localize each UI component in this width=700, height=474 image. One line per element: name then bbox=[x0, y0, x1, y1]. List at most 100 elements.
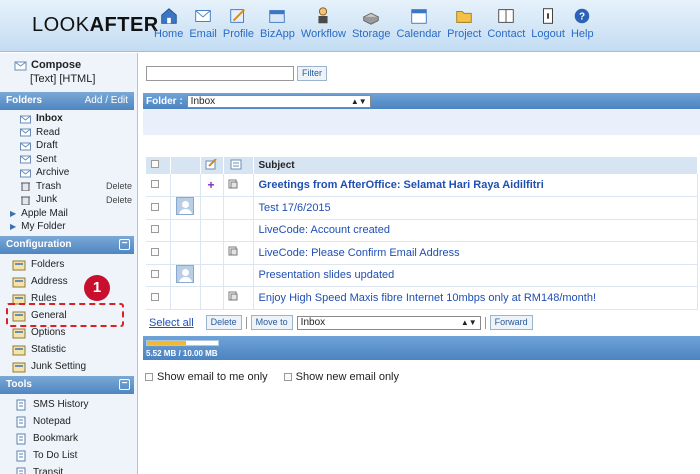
tool-item-bookmark[interactable]: Bookmark bbox=[0, 430, 134, 447]
row-checkbox-cell[interactable] bbox=[146, 264, 171, 287]
nav-logout[interactable]: Logout bbox=[531, 6, 565, 46]
select-all-link[interactable]: Select all bbox=[149, 317, 194, 329]
trash-icon bbox=[21, 182, 30, 192]
forward-button[interactable]: Forward bbox=[489, 315, 533, 330]
show-new-checkbox[interactable] bbox=[283, 373, 292, 381]
calendar-icon bbox=[411, 9, 427, 24]
avatar-header bbox=[170, 157, 201, 174]
row-checkbox[interactable] bbox=[151, 202, 159, 211]
tool-item-sms-history[interactable]: SMS History bbox=[0, 396, 134, 413]
folder-label: Sent bbox=[36, 153, 57, 165]
sidebar-item-draft[interactable]: Draft bbox=[0, 139, 134, 153]
row-checkbox[interactable] bbox=[151, 225, 159, 234]
subject-cell[interactable]: Test 17/6/2015 bbox=[253, 196, 698, 220]
collapse-configuration-icon[interactable]: − bbox=[119, 239, 130, 250]
delete-button[interactable]: Delete bbox=[205, 315, 242, 330]
nav-storage[interactable]: Storage bbox=[352, 6, 390, 46]
tool-item-notepad[interactable]: Notepad bbox=[0, 413, 134, 430]
address-icon bbox=[12, 277, 26, 287]
folders-icon bbox=[12, 260, 26, 270]
select-all-header[interactable] bbox=[146, 157, 171, 174]
row-checkbox[interactable] bbox=[151, 292, 159, 301]
delete-folder-link[interactable]: Delete bbox=[106, 181, 132, 191]
sidebar-item-junk[interactable]: Junk Delete bbox=[0, 193, 134, 207]
subject-cell[interactable]: LiveCode: Please Confirm Email Address bbox=[253, 241, 698, 265]
table-row[interactable]: LiveCode: Account created bbox=[146, 219, 698, 242]
sidebar-item-my-folder[interactable]: ▶ My Folder bbox=[0, 220, 134, 234]
brand-logo[interactable]: LOOKAFTER bbox=[32, 14, 159, 37]
row-checkbox[interactable] bbox=[151, 247, 159, 256]
config-item-folders[interactable]: Folders bbox=[0, 256, 134, 273]
nav-home[interactable]: Home bbox=[154, 6, 183, 46]
nav-calendar[interactable]: Calendar bbox=[396, 6, 441, 46]
flag-cell bbox=[200, 219, 224, 242]
message-subject[interactable]: LiveCode: Please Confirm Email Address bbox=[254, 247, 460, 259]
subject-cell[interactable]: Enjoy High Speed Maxis fibre Internet 10… bbox=[253, 286, 698, 310]
config-item-junk-setting[interactable]: Junk Setting bbox=[0, 358, 134, 375]
tool-label: Bookmark bbox=[33, 433, 79, 444]
statistic-icon bbox=[12, 345, 26, 355]
row-checkbox-cell[interactable] bbox=[146, 241, 171, 265]
collapse-tools-icon[interactable]: − bbox=[119, 379, 130, 390]
delete-folder-link[interactable]: Delete bbox=[106, 195, 132, 205]
nav-workflow[interactable]: Workflow bbox=[301, 6, 346, 46]
subject-cell[interactable]: Greetings from AfterOffice: Selamat Hari… bbox=[253, 174, 698, 197]
expand-arrow-icon[interactable]: ▶ bbox=[10, 222, 16, 231]
separator bbox=[245, 316, 247, 329]
home-icon bbox=[160, 8, 177, 24]
table-row[interactable]: + Greetings from AfterOffice: Selamat Har… bbox=[146, 174, 698, 197]
config-item-address[interactable]: Address bbox=[0, 273, 134, 290]
nav-bizapp[interactable]: BizApp bbox=[260, 6, 295, 46]
show-to-me-label: Show email to me only bbox=[157, 371, 268, 383]
folder-select[interactable]: Inbox ▲▼ bbox=[186, 94, 371, 108]
sidebar-item-trash[interactable]: Trash Delete bbox=[0, 180, 134, 194]
row-checkbox[interactable] bbox=[151, 270, 159, 279]
subject-header[interactable]: Subject bbox=[253, 157, 698, 174]
subject-cell[interactable]: Presentation slides updated bbox=[253, 264, 698, 287]
move-to-button[interactable]: Move to bbox=[250, 315, 293, 330]
sidebar-item-archive[interactable]: Archive bbox=[0, 166, 134, 180]
nav-email[interactable]: Email bbox=[189, 6, 217, 46]
move-target-select[interactable]: Inbox ▲▼ bbox=[296, 315, 481, 330]
row-checkbox[interactable] bbox=[151, 180, 159, 188]
nav-project[interactable]: Project bbox=[447, 6, 481, 46]
table-row[interactable]: Test 17/6/2015 bbox=[146, 196, 698, 220]
add-edit-folders-link[interactable]: Add / Edit bbox=[85, 95, 128, 106]
nav-label: Contact bbox=[487, 28, 526, 40]
select-all-checkbox[interactable] bbox=[151, 160, 159, 168]
row-checkbox-cell[interactable] bbox=[146, 174, 171, 197]
message-subject[interactable]: Test 17/6/2015 bbox=[254, 202, 331, 214]
tool-item-to-do-list[interactable]: To Do List bbox=[0, 447, 134, 464]
compose-icon[interactable] bbox=[14, 60, 27, 71]
compose-format-links[interactable]: [Text] [HTML] bbox=[30, 73, 95, 85]
filter-input[interactable] bbox=[146, 66, 294, 81]
show-to-me-checkbox[interactable] bbox=[145, 373, 153, 381]
message-subject[interactable]: Enjoy High Speed Maxis fibre Internet 10… bbox=[254, 292, 597, 304]
nav-label: Project bbox=[447, 28, 482, 40]
message-subject[interactable]: LiveCode: Account created bbox=[254, 224, 390, 236]
config-item-statistic[interactable]: Statistic bbox=[0, 341, 134, 358]
sidebar-item-apple-mail[interactable]: ▶ Apple Mail bbox=[0, 207, 134, 221]
sidebar-item-read[interactable]: Read bbox=[0, 126, 134, 140]
row-checkbox-cell[interactable] bbox=[146, 196, 171, 220]
nav-contact[interactable]: Contact bbox=[487, 6, 525, 46]
message-subject[interactable]: Presentation slides updated bbox=[254, 269, 395, 281]
compose-link[interactable]: Compose bbox=[31, 59, 81, 71]
table-row[interactable]: Enjoy High Speed Maxis fibre Internet 10… bbox=[146, 286, 698, 310]
message-subject[interactable]: Greetings from AfterOffice: Selamat Hari… bbox=[254, 179, 544, 191]
subject-cell[interactable]: LiveCode: Account created bbox=[253, 219, 698, 242]
tool-item-transit[interactable]: Transit bbox=[0, 464, 134, 474]
attachment-cell bbox=[223, 219, 254, 242]
table-row[interactable]: Presentation slides updated bbox=[146, 264, 698, 287]
row-checkbox-cell[interactable] bbox=[146, 219, 171, 242]
filter-button[interactable]: Filter bbox=[297, 66, 327, 81]
nav-label: Workflow bbox=[300, 28, 346, 40]
sms-history-icon bbox=[16, 399, 26, 410]
nav-profile[interactable]: Profile bbox=[223, 6, 254, 46]
row-checkbox-cell[interactable] bbox=[146, 286, 171, 310]
expand-arrow-icon[interactable]: ▶ bbox=[10, 209, 16, 218]
nav-help[interactable]: ? Help bbox=[571, 6, 594, 46]
table-row[interactable]: LiveCode: Please Confirm Email Address bbox=[146, 241, 698, 265]
sidebar-item-inbox[interactable]: Inbox bbox=[0, 112, 134, 126]
sidebar-item-sent[interactable]: Sent bbox=[0, 153, 134, 167]
